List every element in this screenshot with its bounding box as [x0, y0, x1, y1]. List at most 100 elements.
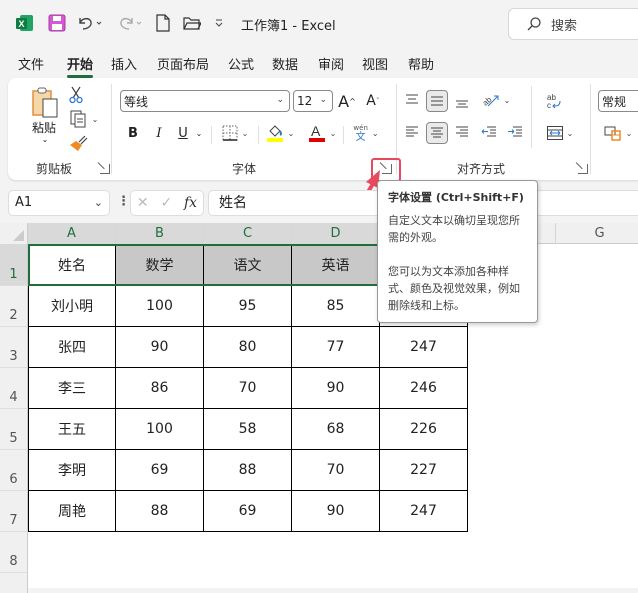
- table-cell[interactable]: 226: [380, 409, 468, 450]
- row-header-9[interactable]: [0, 573, 28, 593]
- increase-indent-button[interactable]: [506, 122, 524, 142]
- font-name-select[interactable]: 等线 ⌄: [120, 90, 290, 112]
- undo-button[interactable]: [76, 13, 104, 33]
- table-cell[interactable]: 86: [116, 368, 204, 409]
- table-cell[interactable]: 77: [292, 327, 380, 368]
- number-format-select[interactable]: 常规: [598, 90, 638, 112]
- enter-icon[interactable]: ✓: [160, 195, 172, 211]
- redo-button[interactable]: [116, 13, 144, 33]
- table-cell[interactable]: 80: [204, 327, 292, 368]
- fill-color-button[interactable]: ⌄: [262, 122, 298, 144]
- table-cell[interactable]: 246: [380, 368, 468, 409]
- save-icon[interactable]: [48, 13, 66, 33]
- row-header-1[interactable]: 1: [0, 244, 28, 286]
- select-all-button[interactable]: [0, 223, 28, 244]
- align-left-button[interactable]: [403, 122, 421, 142]
- merge-center-button[interactable]: ⌄: [542, 122, 578, 144]
- accounting-format-button[interactable]: ⌄: [600, 122, 636, 144]
- copy-button[interactable]: ⌄: [66, 110, 102, 128]
- table-cell[interactable]: 227: [380, 450, 468, 491]
- row-header-3[interactable]: 3: [0, 327, 28, 368]
- underline-button[interactable]: U: [176, 123, 190, 143]
- row-header-8[interactable]: 8: [0, 532, 28, 573]
- clipboard-launcher-icon[interactable]: [100, 164, 110, 174]
- header-cell[interactable]: 英语: [292, 244, 380, 286]
- column-header-d[interactable]: D: [292, 223, 380, 244]
- search-box[interactable]: 搜索: [508, 8, 638, 40]
- table-cell[interactable]: 247: [380, 491, 468, 532]
- row-header-7[interactable]: 7: [0, 491, 28, 532]
- row-header-4[interactable]: 4: [0, 368, 28, 409]
- table-cell[interactable]: 247: [380, 327, 468, 368]
- tab-file[interactable]: 文件: [18, 54, 44, 73]
- italic-button[interactable]: I: [152, 123, 166, 143]
- table-cell[interactable]: 58: [204, 409, 292, 450]
- decrease-font-size-button[interactable]: Aˇ: [364, 90, 382, 112]
- column-header-g[interactable]: G: [556, 223, 638, 244]
- tab-view[interactable]: 视图: [362, 54, 388, 73]
- table-cell[interactable]: 周艳: [28, 491, 116, 532]
- underline-chevron-icon[interactable]: ⌄: [194, 123, 204, 143]
- insert-function-button[interactable]: fx: [184, 195, 197, 211]
- row-header-2[interactable]: 2: [0, 286, 28, 327]
- table-cell[interactable]: 100: [116, 286, 204, 327]
- alignment-launcher-icon[interactable]: [578, 164, 588, 174]
- table-cell[interactable]: 100: [116, 409, 204, 450]
- format-painter-icon[interactable]: [68, 134, 88, 154]
- table-cell[interactable]: 90: [292, 491, 380, 532]
- tab-formulas[interactable]: 公式: [228, 54, 254, 73]
- wrap-text-button[interactable]: ab c: [544, 90, 564, 112]
- table-cell[interactable]: 李明: [28, 450, 116, 491]
- tab-home[interactable]: 开始: [67, 54, 94, 78]
- tab-review[interactable]: 审阅: [318, 54, 344, 73]
- table-cell[interactable]: 刘小明: [28, 286, 116, 327]
- phonetic-guide-button[interactable]: wén 文 ⌄: [346, 121, 386, 145]
- align-right-button[interactable]: [453, 122, 471, 142]
- align-top-button[interactable]: [403, 90, 421, 110]
- align-bottom-button[interactable]: [453, 92, 471, 112]
- font-color-button[interactable]: A ⌄: [304, 122, 340, 144]
- table-cell[interactable]: 李三: [28, 368, 116, 409]
- cut-icon[interactable]: [68, 86, 84, 104]
- table-cell[interactable]: 90: [292, 368, 380, 409]
- table-cell[interactable]: 95: [204, 286, 292, 327]
- table-cell[interactable]: 张四: [28, 327, 116, 368]
- row-header-5[interactable]: 5: [0, 409, 28, 450]
- table-cell[interactable]: 70: [204, 368, 292, 409]
- table-cell[interactable]: 69: [116, 450, 204, 491]
- orientation-button[interactable]: ab ⌄: [478, 90, 514, 110]
- header-cell[interactable]: 数学: [116, 244, 204, 286]
- borders-button[interactable]: ⌄: [218, 123, 252, 143]
- header-cell[interactable]: 语文: [204, 244, 292, 286]
- tab-data[interactable]: 数据: [272, 54, 298, 73]
- paste-button[interactable]: 粘贴: [26, 120, 62, 135]
- new-file-icon[interactable]: [155, 13, 171, 33]
- bold-button[interactable]: B: [126, 123, 140, 143]
- tab-help[interactable]: 帮助: [408, 54, 434, 73]
- row-header-6[interactable]: 6: [0, 450, 28, 491]
- table-cell[interactable]: 85: [292, 286, 380, 327]
- paste-chevron-icon[interactable]: ⌄: [40, 134, 50, 144]
- table-cell[interactable]: 88: [116, 491, 204, 532]
- paste-icon[interactable]: [28, 86, 64, 120]
- table-cell[interactable]: 王五: [28, 409, 116, 450]
- customize-toolbar-icon[interactable]: [214, 13, 224, 33]
- table-cell[interactable]: 90: [116, 327, 204, 368]
- align-center-button[interactable]: [426, 122, 448, 144]
- decrease-indent-button[interactable]: [480, 122, 498, 142]
- tab-insert[interactable]: 插入: [111, 54, 137, 73]
- header-cell[interactable]: 姓名: [28, 244, 116, 286]
- cancel-icon[interactable]: ✕: [137, 195, 149, 211]
- table-cell[interactable]: 88: [204, 450, 292, 491]
- table-cell[interactable]: 69: [204, 491, 292, 532]
- column-header-a[interactable]: A: [28, 223, 116, 244]
- open-folder-icon[interactable]: [183, 13, 201, 33]
- more-options-icon[interactable]: ⋮: [117, 194, 130, 209]
- name-box[interactable]: A1 ⌄: [8, 190, 110, 216]
- column-header-c[interactable]: C: [204, 223, 292, 244]
- tab-page-layout[interactable]: 页面布局: [157, 54, 209, 73]
- align-middle-button[interactable]: [426, 90, 448, 112]
- column-header-b[interactable]: B: [116, 223, 204, 244]
- table-cell[interactable]: 70: [292, 450, 380, 491]
- table-cell[interactable]: 68: [292, 409, 380, 450]
